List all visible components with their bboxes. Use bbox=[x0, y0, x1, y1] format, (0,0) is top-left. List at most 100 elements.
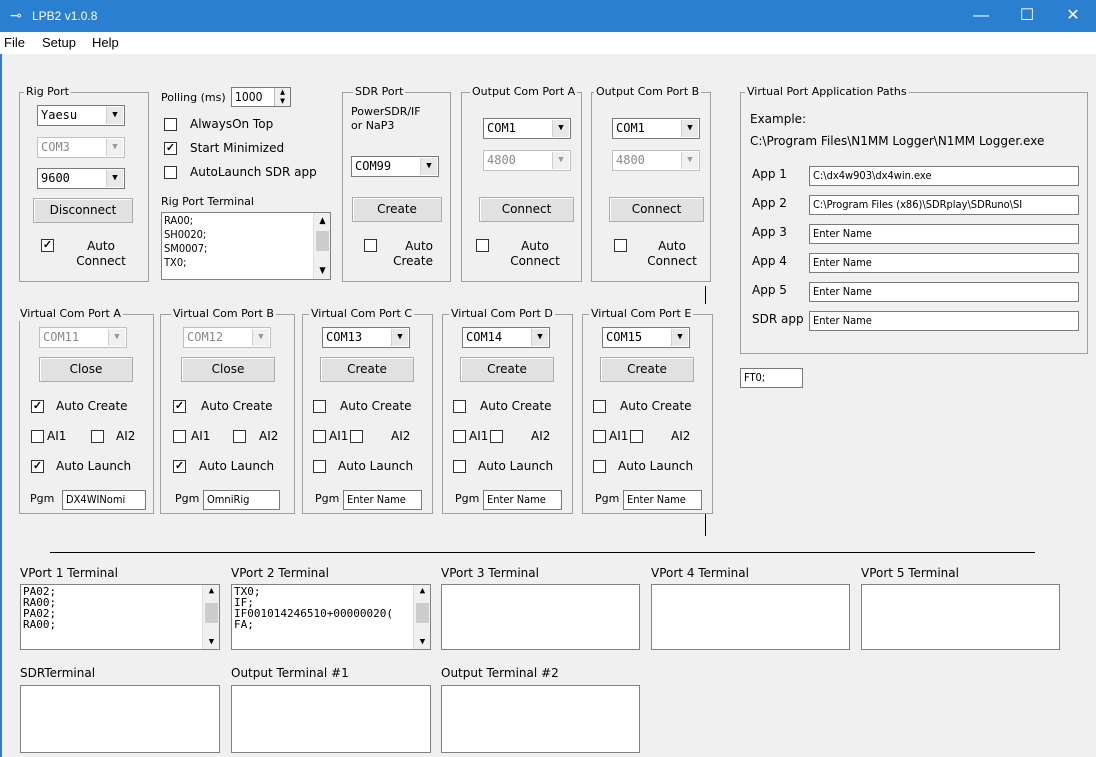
scroll-up-icon[interactable]: ▲ bbox=[314, 214, 330, 228]
output-b-com-select[interactable]: COM1 ▼ bbox=[612, 118, 700, 139]
menu-file[interactable]: File bbox=[4, 35, 25, 50]
rig-auto-connect-checkbox[interactable]: ✓ bbox=[41, 239, 54, 252]
vport-e-ai1-label: AI1 bbox=[609, 429, 629, 443]
vport-a-ai2-label: AI2 bbox=[116, 429, 136, 443]
rig-port-terminal[interactable]: RA00; SH0020; SM0007; TX0; ▲ ▼ bbox=[161, 212, 331, 280]
vport-b-ai1-checkbox[interactable] bbox=[173, 430, 186, 443]
minimize-button[interactable]: — bbox=[958, 0, 1004, 32]
vport-b-ai2-label: AI2 bbox=[259, 429, 279, 443]
vport-e-title: Virtual Com Port E bbox=[589, 307, 694, 321]
vport2-terminal[interactable]: TX0; IF; IF001014246510+00000020( FA; ▲ ▼ bbox=[231, 584, 431, 650]
vport-c-auto-create-checkbox[interactable] bbox=[313, 400, 326, 413]
vport-b-ai2-checkbox[interactable] bbox=[233, 430, 246, 443]
vport-b-auto-launch-checkbox[interactable]: ✓ bbox=[173, 460, 186, 473]
always-on-top-checkbox[interactable] bbox=[164, 118, 177, 131]
output-a-com-select[interactable]: COM1 ▼ bbox=[483, 118, 571, 139]
virtual-port-d-group: Virtual Com Port D COM14 ▼ Create Auto Cr… bbox=[442, 307, 573, 514]
maximize-button[interactable]: ☐ bbox=[1004, 0, 1050, 32]
vport-b-auto-create-checkbox[interactable]: ✓ bbox=[173, 400, 186, 413]
rig-radio-select[interactable]: Yaesu ▼ bbox=[37, 105, 125, 126]
output-b-connect-button[interactable]: Connect bbox=[609, 197, 704, 222]
app3-path-input[interactable]: Enter Name bbox=[809, 224, 1079, 244]
scroll-down-icon[interactable]: ▼ bbox=[203, 637, 219, 648]
scroll-down-icon[interactable]: ▼ bbox=[314, 264, 330, 278]
vport-b-close-button[interactable]: Close bbox=[181, 357, 275, 382]
scroll-down-icon[interactable]: ▼ bbox=[414, 637, 430, 648]
app3-label: App 3 bbox=[752, 225, 787, 239]
vport1-terminal[interactable]: PA02; RA00; PA02; RA00; ▲ ▼ bbox=[20, 584, 220, 650]
vport-e-com-select[interactable]: COM15 ▼ bbox=[602, 327, 690, 348]
app4-path-input[interactable]: Enter Name bbox=[809, 253, 1079, 273]
sdr-auto-create-checkbox[interactable] bbox=[364, 239, 377, 252]
output-b-auto-connect-checkbox[interactable] bbox=[614, 239, 627, 252]
vport-b-pgm-input[interactable]: OmniRig bbox=[203, 490, 280, 510]
vport-e-auto-create-checkbox[interactable] bbox=[593, 400, 606, 413]
scrollbar[interactable]: ▲ ▼ bbox=[413, 585, 430, 649]
sdr-com-select[interactable]: COM99 ▼ bbox=[351, 156, 439, 177]
sdr-app-path-input[interactable]: Enter Name bbox=[809, 311, 1079, 331]
vport5-terminal[interactable] bbox=[861, 584, 1060, 650]
chevron-down-icon: ▼ bbox=[252, 329, 269, 346]
close-window-button[interactable]: ✕ bbox=[1050, 0, 1096, 32]
output-a-auto-connect-checkbox[interactable] bbox=[476, 239, 489, 252]
vport-d-ai2-label: AI2 bbox=[531, 429, 551, 443]
vport-d-create-button[interactable]: Create bbox=[460, 357, 554, 382]
vport-a-title: Virtual Com Port A bbox=[18, 307, 123, 321]
vport-a-auto-launch-checkbox[interactable]: ✓ bbox=[31, 460, 44, 473]
polling-spinner[interactable]: 1000 ▲ ▼ bbox=[231, 87, 291, 107]
vport4-terminal[interactable] bbox=[651, 584, 850, 650]
vport5-terminal-label: VPort 5 Terminal bbox=[861, 566, 959, 580]
vport-c-auto-launch-checkbox[interactable] bbox=[313, 460, 326, 473]
vport-c-create-button[interactable]: Create bbox=[320, 357, 414, 382]
vport-a-auto-create-checkbox[interactable]: ✓ bbox=[31, 400, 44, 413]
scroll-up-icon[interactable]: ▲ bbox=[203, 586, 219, 597]
vport-e-create-button[interactable]: Create bbox=[600, 357, 694, 382]
vport-c-ai2-checkbox[interactable] bbox=[350, 430, 363, 443]
disconnect-button[interactable]: Disconnect bbox=[33, 198, 133, 223]
spinner-arrows-icon[interactable]: ▲ ▼ bbox=[274, 88, 290, 106]
output-terminal-1[interactable] bbox=[231, 685, 431, 753]
chevron-down-icon: ▼ bbox=[391, 329, 408, 346]
rig-baud-select[interactable]: 9600 ▼ bbox=[37, 168, 125, 189]
title-bar: ⊸ LPB2 v1.0.8 — ☐ ✕ bbox=[0, 0, 1096, 32]
sdr-terminal[interactable] bbox=[20, 685, 220, 753]
app1-path-input[interactable]: C:\dx4w903\dx4win.exe bbox=[809, 166, 1079, 186]
vport-c-ai1-checkbox[interactable] bbox=[313, 430, 326, 443]
vport-c-pgm-input[interactable]: Enter Name bbox=[343, 490, 422, 510]
vport-e-pgm-input[interactable]: Enter Name bbox=[623, 490, 702, 510]
polling-label: Polling (ms) bbox=[161, 91, 226, 104]
menu-help[interactable]: Help bbox=[92, 35, 119, 50]
chevron-down-icon: ▼ bbox=[420, 158, 437, 175]
vport-d-auto-create-checkbox[interactable] bbox=[453, 400, 466, 413]
vport-c-auto-launch-label: Auto Launch bbox=[338, 459, 414, 473]
scrollbar[interactable]: ▲ ▼ bbox=[202, 585, 219, 649]
vport-c-com-select[interactable]: COM13 ▼ bbox=[322, 327, 410, 348]
sdr-create-button[interactable]: Create bbox=[352, 197, 442, 222]
vport-e-ai2-checkbox[interactable] bbox=[630, 430, 643, 443]
scroll-up-icon[interactable]: ▲ bbox=[414, 586, 430, 597]
menu-setup[interactable]: Setup bbox=[42, 35, 76, 50]
vport-c-ai2-label: AI2 bbox=[391, 429, 411, 443]
vport-d-com-select[interactable]: COM14 ▼ bbox=[462, 327, 550, 348]
vport-e-ai1-checkbox[interactable] bbox=[593, 430, 606, 443]
vport-d-auto-launch-checkbox[interactable] bbox=[453, 460, 466, 473]
output-terminal-2[interactable] bbox=[441, 685, 640, 753]
vport-a-ai2-checkbox[interactable] bbox=[91, 430, 104, 443]
start-minimized-checkbox[interactable]: ✓ bbox=[164, 142, 177, 155]
scrollbar[interactable]: ▲ ▼ bbox=[313, 213, 330, 279]
autolaunch-sdr-checkbox[interactable] bbox=[164, 166, 177, 179]
output-a-connect-button[interactable]: Connect bbox=[479, 197, 574, 222]
vport-d-pgm-input[interactable]: Enter Name bbox=[483, 490, 562, 510]
vport3-terminal[interactable] bbox=[441, 584, 640, 650]
vport-d-ai2-checkbox[interactable] bbox=[490, 430, 503, 443]
chevron-down-icon: ▼ bbox=[671, 329, 688, 346]
app2-path-input[interactable]: C:\Program Files (x86)\SDRplay\SDRuno\SI bbox=[809, 195, 1079, 215]
vport-a-close-button[interactable]: Close bbox=[39, 357, 133, 382]
vport-d-ai1-checkbox[interactable] bbox=[453, 430, 466, 443]
chevron-down-icon: ▼ bbox=[106, 170, 123, 187]
app5-path-input[interactable]: Enter Name bbox=[809, 282, 1079, 302]
vport-a-pgm-input[interactable]: DX4WINomi bbox=[62, 490, 146, 510]
vport-e-auto-launch-checkbox[interactable] bbox=[593, 460, 606, 473]
output-port-b-group: Output Com Port B COM1 ▼ 4800 ▼ Connect Au… bbox=[591, 85, 711, 282]
vport-a-ai1-checkbox[interactable] bbox=[31, 430, 44, 443]
